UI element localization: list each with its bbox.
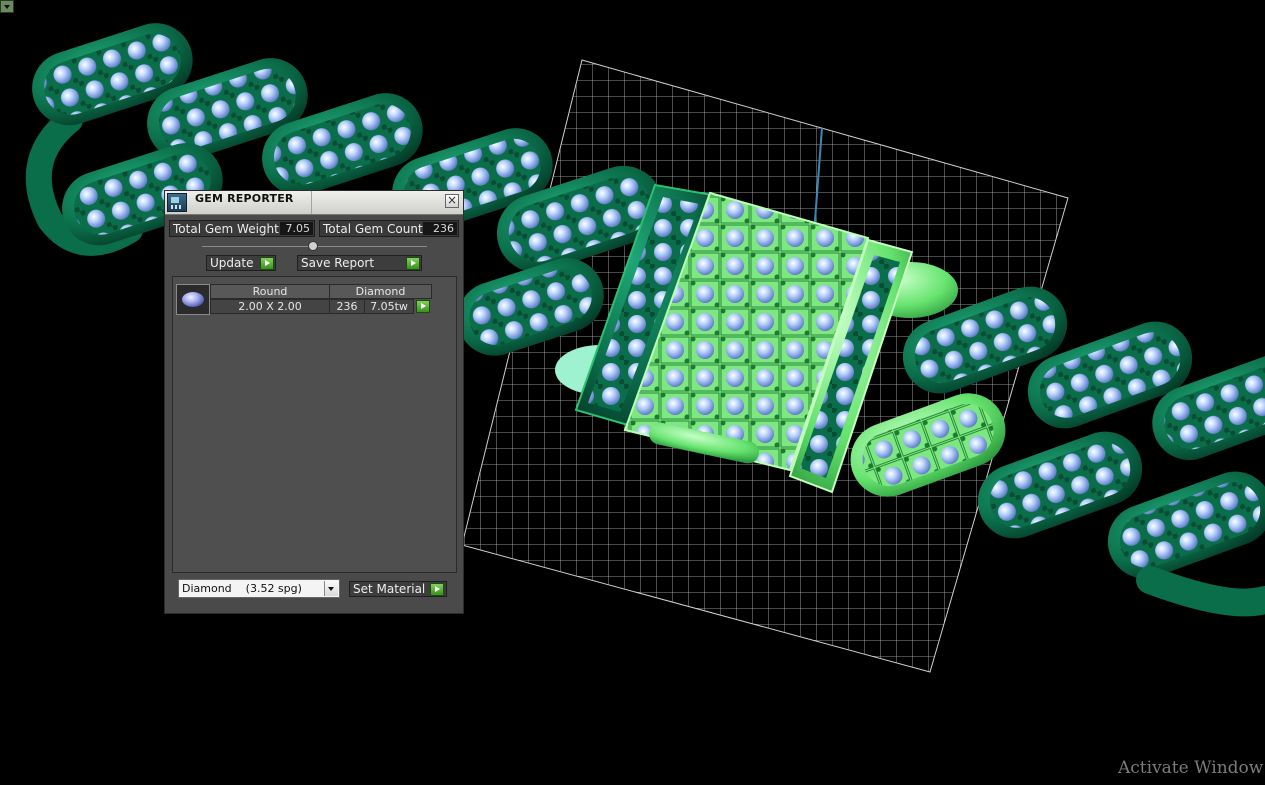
total-weight-value: 7.05 [280,222,313,235]
save-report-button[interactable]: Save Report [297,255,422,271]
total-weight-label: Total Gem Weight [173,222,279,236]
play-arrow-icon[interactable] [430,583,444,596]
gem-material-header: Diamond [329,284,432,299]
total-count-value: 236 [423,222,457,235]
save-report-label: Save Report [301,256,375,270]
gem-weight: 7.05tw [364,299,414,314]
splitter-handle[interactable] [308,241,318,251]
chevron-down-icon[interactable] [324,581,338,596]
gem-reporter-panel: GEM REPORTER × Total Gem Weight 7.05 Tot… [164,190,464,614]
play-arrow-icon[interactable] [260,257,274,270]
play-arrow-icon[interactable] [416,300,430,313]
gem-size: 2.00 X 2.00 [210,299,330,314]
set-material-label: Set Material [353,582,426,596]
gem-reporter-icon [167,193,187,212]
total-weight-field: Total Gem Weight 7.05 [169,220,315,237]
round-gem-icon [176,284,210,315]
titlebar-divider [311,191,312,214]
total-count-field: Total Gem Count 236 [319,220,459,237]
gem-list: Round Diamond 2.00 X 2.00 236 7.05tw [172,276,457,573]
set-material-button[interactable]: Set Material [349,581,447,597]
viewport-menu-button[interactable] [0,0,14,13]
panel-titlebar[interactable]: GEM REPORTER × [165,191,463,215]
gem-shape-header: Round [210,284,330,299]
panel-title: GEM REPORTER [195,192,294,205]
material-dropdown[interactable]: Diamond (3.52 spg) [178,579,340,598]
gem-count: 236 [329,299,365,314]
close-icon[interactable]: × [445,194,459,208]
update-label: Update [210,256,254,270]
activate-windows-watermark: Activate Window [1118,758,1264,778]
material-select-value: Diamond (3.52 spg) [182,582,302,595]
update-button[interactable]: Update [206,255,276,271]
play-arrow-icon[interactable] [406,257,420,270]
total-count-label: Total Gem Count [323,222,423,236]
